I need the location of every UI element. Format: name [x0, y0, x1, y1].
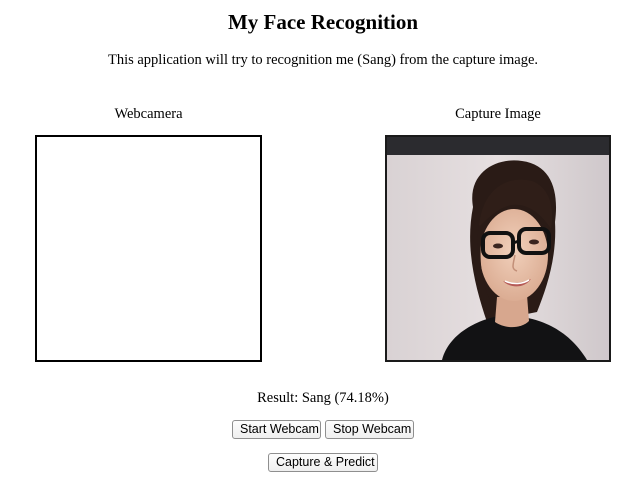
stop-webcam-button[interactable]: Stop Webcam [325, 420, 414, 439]
start-webcam-button[interactable]: Start Webcam [232, 420, 321, 439]
page-description: This application will try to recognition… [107, 52, 539, 68]
page-title: My Face Recognition [227, 10, 419, 34]
webcam-video-area [35, 135, 262, 362]
captured-face-photo [387, 137, 609, 360]
prediction-result: Result: Sang (74.18%) [257, 390, 389, 406]
capture-image-label: Capture Image [455, 106, 541, 122]
webcam-label: Webcamera [114, 106, 183, 122]
capture-predict-button[interactable]: Capture & Predict [268, 453, 378, 472]
capture-image [385, 135, 611, 362]
face-recognition-page: My Face Recognition This application wil… [0, 0, 640, 480]
